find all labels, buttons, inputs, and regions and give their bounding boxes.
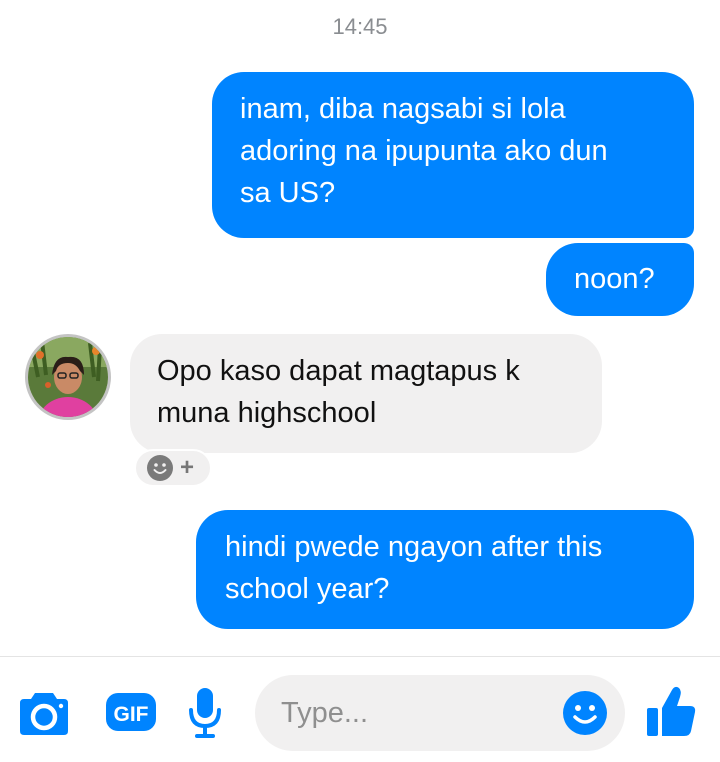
message-line: hindi pwede ngayon after this: [225, 531, 603, 563]
message-line: adoring na ipupunta ako dun: [240, 135, 608, 167]
contact-avatar[interactable]: [25, 334, 111, 420]
outgoing-message-bubble[interactable]: inam, diba nagsabi si lola adoring na ip…: [212, 72, 694, 238]
message-line: inam, diba nagsabi si lola: [240, 93, 566, 125]
gif-label: GIF: [114, 703, 149, 726]
composer-divider: [0, 656, 720, 657]
microphone-icon[interactable]: [187, 686, 223, 745]
message-input[interactable]: [281, 693, 551, 733]
message-line: sa US?: [240, 177, 336, 209]
gif-icon[interactable]: GIF: [105, 692, 157, 737]
message-line: school year?: [225, 573, 390, 605]
message-input-container[interactable]: [255, 675, 625, 751]
emoji-icon[interactable]: [562, 690, 608, 741]
message-line: muna highschool: [157, 397, 377, 429]
outgoing-message-bubble[interactable]: noon?: [546, 243, 694, 316]
message-timestamp: 14:45: [332, 14, 388, 39]
message-line: Opo kaso dapat magtapus k: [157, 355, 520, 387]
add-reaction-button[interactable]: +: [134, 449, 212, 487]
message-line: noon?: [574, 263, 655, 295]
outgoing-message-bubble[interactable]: hindi pwede ngayon after this school yea…: [196, 510, 694, 629]
thumbs-up-icon[interactable]: [645, 684, 697, 743]
add-reaction-plus: +: [180, 454, 195, 481]
incoming-message-bubble[interactable]: Opo kaso dapat magtapus k muna highschoo…: [130, 334, 602, 453]
smiley-face-icon: [147, 455, 173, 481]
camera-icon[interactable]: [18, 689, 70, 742]
avatar-photo: [28, 337, 108, 417]
